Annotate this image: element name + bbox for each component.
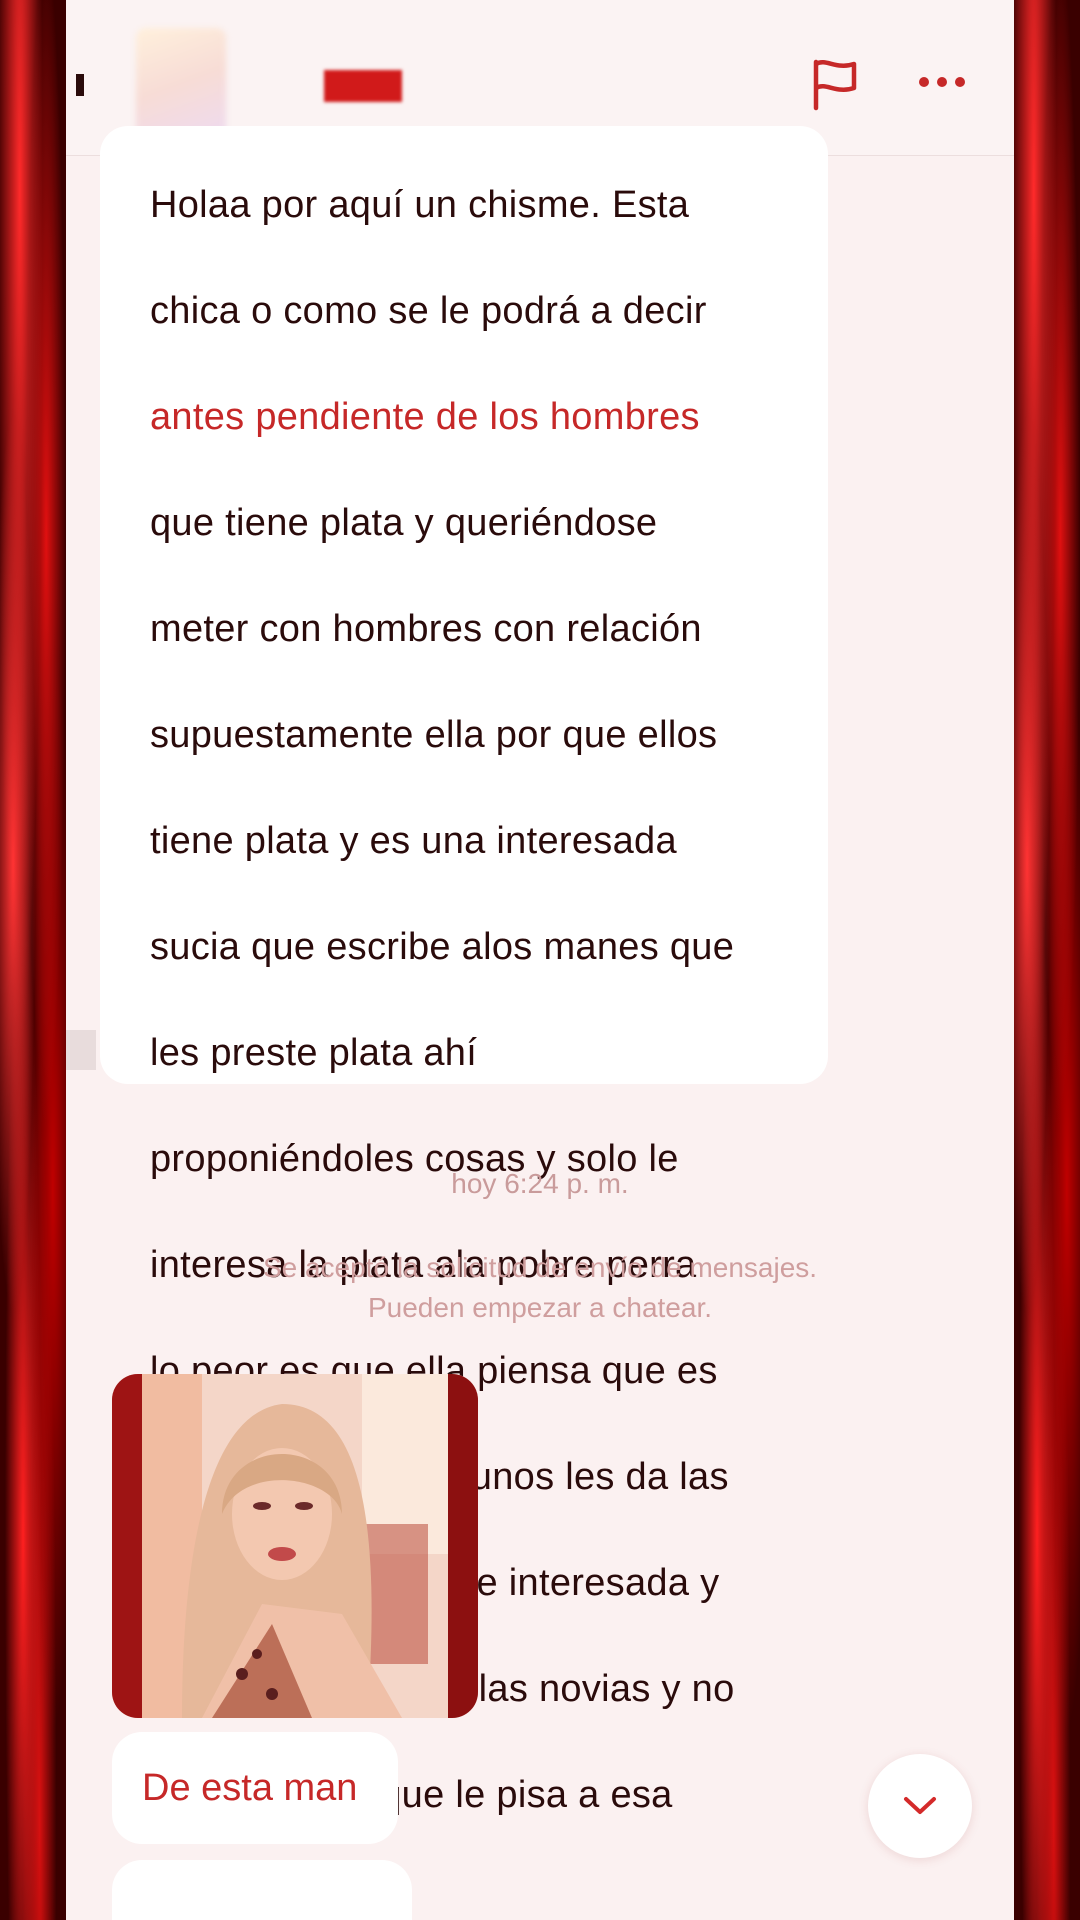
system-note: Se aceptó la solicitud de envío de mensa…	[66, 1248, 1014, 1328]
incoming-message-bubble[interactable]: De esta man	[112, 1732, 398, 1844]
photo-image	[112, 1374, 478, 1718]
message-list[interactable]: Holaa por aquí un chisme. Esta chica o c…	[66, 126, 1014, 1920]
incoming-message-bubble[interactable]: Holaa por aquí un chisme. Esta chica o c…	[100, 126, 828, 1920]
message-line: antes pendiente de los hombres	[150, 396, 700, 438]
message-line: chica o como se le podrá a decir	[150, 290, 707, 332]
message-line: Holaa por aquí un chisme. Esta	[150, 184, 690, 226]
incoming-message-bubble-partial[interactable]	[112, 1860, 412, 1920]
flag-icon[interactable]	[808, 56, 862, 112]
chat-screen: Holaa por aquí un chisme. Esta chica o c…	[66, 0, 1014, 1920]
message-text: De esta man	[142, 1766, 358, 1809]
red-smoke-border-left	[0, 0, 66, 1920]
message-line: supuestamente ella por que ellos	[150, 714, 718, 756]
message-line: les preste plata ahí	[150, 1032, 478, 1074]
message-line: sucia que escribe alos manes que	[150, 926, 735, 968]
system-note-line: Se aceptó la solicitud de envío de mensa…	[262, 1252, 818, 1283]
red-smoke-border-right	[1014, 0, 1080, 1920]
more-horizontal-icon[interactable]	[914, 62, 970, 102]
message-line: meter con hombres con relación	[150, 608, 702, 650]
message-line: que tiene plata y queriéndose	[150, 502, 658, 544]
system-note-line: Pueden empezar a chatear.	[367, 1292, 712, 1323]
photo-message[interactable]	[112, 1374, 478, 1718]
contact-name-redacted	[324, 70, 402, 102]
scroll-to-bottom-button[interactable]	[868, 1754, 972, 1858]
sender-avatar-placeholder	[66, 1030, 96, 1070]
message-line: tiene plata y es una interesada	[150, 820, 677, 862]
chevron-down-icon	[904, 1797, 936, 1814]
avatar[interactable]	[136, 28, 226, 140]
chevron-left-icon[interactable]	[72, 70, 90, 100]
message-timestamp: hoy 6:24 p. m.	[451, 1168, 629, 1199]
